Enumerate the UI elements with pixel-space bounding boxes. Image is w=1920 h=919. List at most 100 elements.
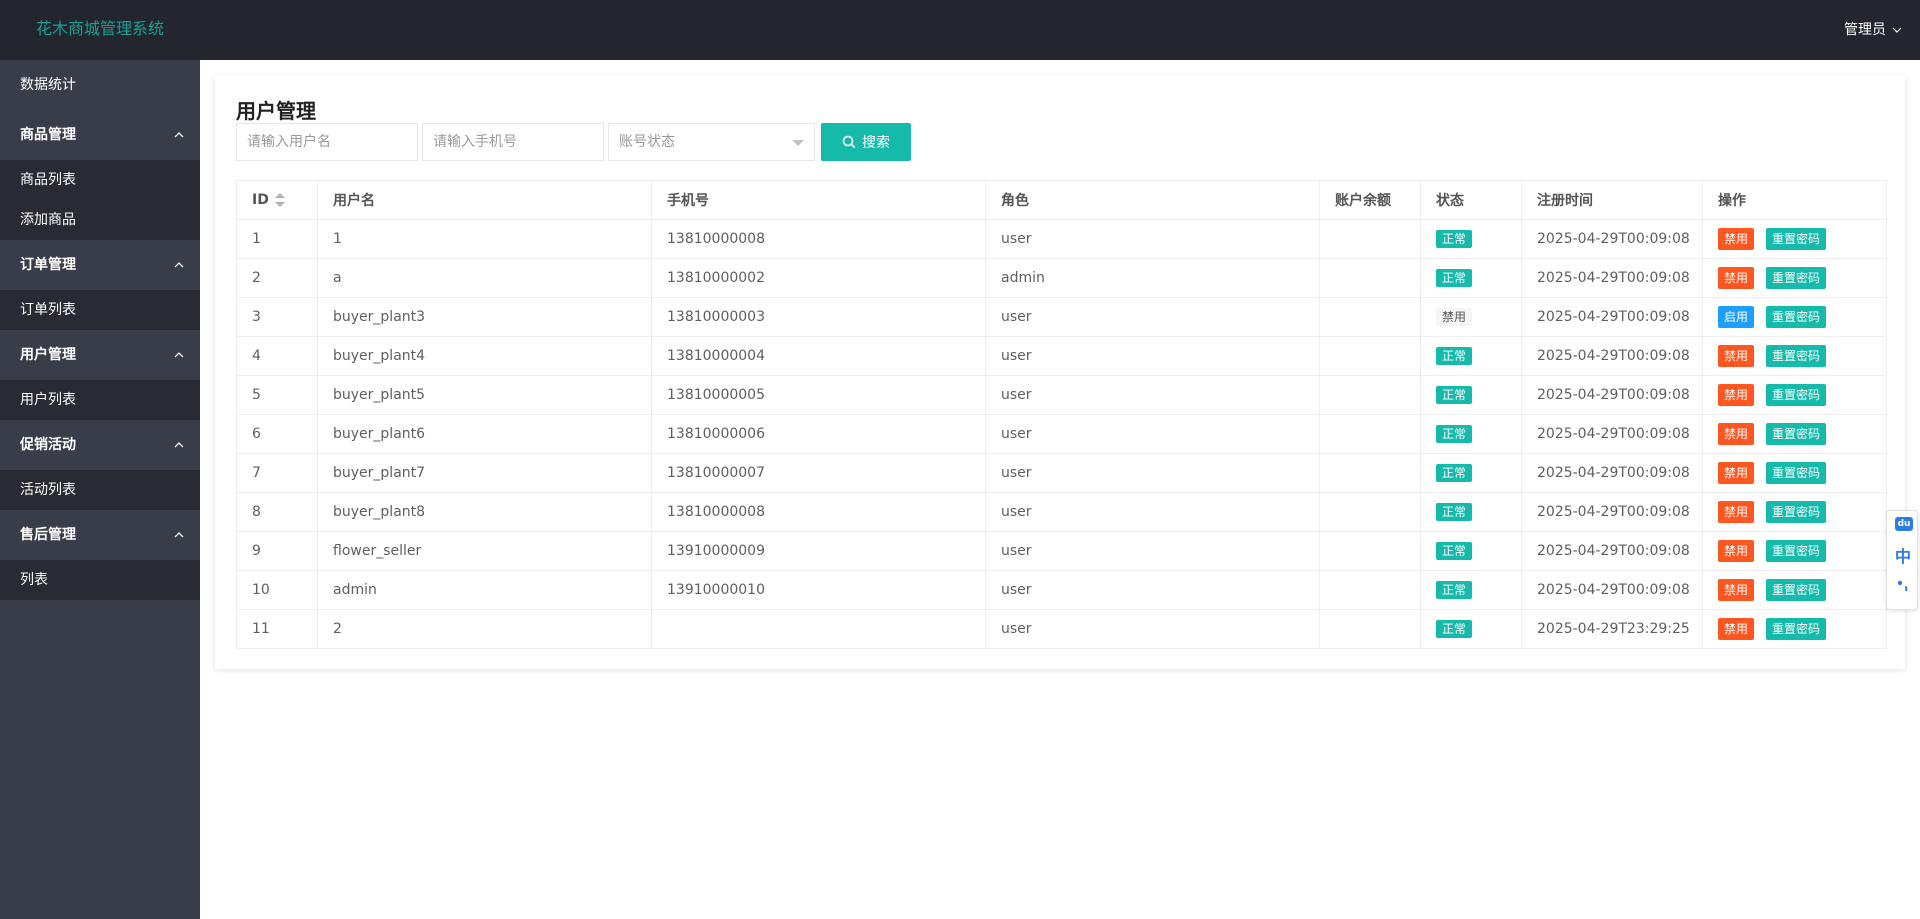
table-row: 2 a 13810000002 admin 正常 2025-04-29T00:09:08 禁…	[236, 258, 1887, 298]
toggle-status-button[interactable]: 禁用	[1718, 540, 1755, 562]
reset-password-button[interactable]: 重置密码	[1766, 345, 1827, 367]
sidebar-item[interactable]: 订单列表	[0, 290, 200, 330]
sidebar-group-1[interactable]: 订单管理	[0, 240, 200, 290]
toggle-status-button[interactable]: 禁用	[1718, 462, 1755, 484]
sidebar-item[interactable]: 用户列表	[0, 380, 200, 420]
cell-username: flower_seller	[317, 531, 652, 571]
cell-username: buyer_plant5	[317, 375, 652, 415]
table-row: 7 buyer_plant7 13810000007 user 正常 2025-04-29…	[236, 453, 1887, 493]
du-icon[interactable]: du	[1895, 517, 1913, 531]
sidebar-group-label: 促销活动	[20, 437, 76, 453]
toggle-status-button[interactable]: 禁用	[1718, 267, 1755, 289]
cell-id: 9	[236, 531, 318, 571]
reset-password-button[interactable]: 重置密码	[1766, 306, 1827, 328]
toggle-status-button[interactable]: 禁用	[1718, 501, 1755, 523]
status-badge: 正常	[1436, 230, 1473, 248]
status-badge: 正常	[1436, 620, 1473, 638]
status-badge: 禁用	[1436, 308, 1473, 326]
sidebar-group-4[interactable]: 售后管理	[0, 510, 200, 560]
search-button[interactable]: 搜索	[821, 123, 911, 161]
col-header-balance: 账户余额	[1319, 180, 1421, 220]
cell-id: 2	[236, 258, 318, 298]
table-header-row: ID 用户名 手机号 角色 账户余额 状态 注册时间 操作	[236, 180, 1887, 220]
top-header: 花木商城管理系统 管理员	[0, 0, 1920, 60]
cell-reg-time: 2025-04-29T00:09:08	[1521, 531, 1703, 571]
toggle-status-button[interactable]: 禁用	[1718, 579, 1755, 601]
sidebar-group-2[interactable]: 用户管理	[0, 330, 200, 380]
cell-actions: 禁用 重置密码	[1702, 336, 1887, 376]
reset-password-button[interactable]: 重置密码	[1766, 228, 1827, 250]
cell-role: user	[985, 414, 1320, 454]
user-management-card: 用户管理 账号状态 搜索 ID	[215, 75, 1905, 669]
toggle-status-button[interactable]: 禁用	[1718, 423, 1755, 445]
status-badge: 正常	[1436, 542, 1473, 560]
sidebar: 数据统计 商品管理 商品列表 添加商品订单管理订单列表 用户管理 用户列表促销活动活动列…	[0, 60, 200, 919]
reset-password-button[interactable]: 重置密码	[1766, 462, 1827, 484]
cell-balance	[1319, 492, 1421, 532]
cell-username: buyer_plant7	[317, 453, 652, 493]
cell-id: 8	[236, 492, 318, 532]
cell-status: 正常	[1420, 453, 1522, 493]
cell-role: user	[985, 453, 1320, 493]
cell-id: 4	[236, 336, 318, 376]
cell-username: buyer_plant6	[317, 414, 652, 454]
username-input[interactable]	[236, 123, 418, 161]
reset-password-button[interactable]: 重置密码	[1766, 384, 1827, 406]
cell-phone: 13810000005	[651, 375, 986, 415]
cell-actions: 禁用 重置密码	[1702, 492, 1887, 532]
sidebar-submenu: 订单列表	[0, 290, 200, 330]
toggle-status-button[interactable]: 禁用	[1718, 228, 1755, 250]
table-row: 3 buyer_plant3 13810000003 user 禁用 2025-04-29…	[236, 297, 1887, 337]
status-badge: 正常	[1436, 464, 1473, 482]
sidebar-item[interactable]: 商品列表	[0, 160, 200, 200]
sidebar-group-0[interactable]: 商品管理	[0, 110, 200, 160]
reset-password-button[interactable]: 重置密码	[1766, 540, 1827, 562]
cell-role: admin	[985, 258, 1320, 298]
reset-password-button[interactable]: 重置密码	[1766, 618, 1827, 640]
cell-status: 正常	[1420, 258, 1522, 298]
status-badge: 正常	[1436, 347, 1473, 365]
sidebar-item-stats[interactable]: 数据统计	[0, 60, 200, 110]
cell-id: 6	[236, 414, 318, 454]
cell-actions: 禁用 重置密码	[1702, 414, 1887, 454]
phone-input[interactable]	[422, 123, 604, 161]
cell-id: 5	[236, 375, 318, 415]
cell-balance	[1319, 570, 1421, 610]
sidebar-item[interactable]: 列表	[0, 560, 200, 600]
user-menu[interactable]: 管理员	[1844, 20, 1902, 40]
cell-role: user	[985, 609, 1320, 649]
reset-password-button[interactable]: 重置密码	[1766, 579, 1827, 601]
cell-reg-time: 2025-04-29T00:09:08	[1521, 258, 1703, 298]
cell-role: user	[985, 219, 1320, 259]
chevron-up-icon	[174, 442, 184, 448]
cell-id: 10	[236, 570, 318, 610]
reset-password-button[interactable]: 重置密码	[1766, 267, 1827, 289]
cell-id: 1	[236, 219, 318, 259]
status-select[interactable]: 账号状态	[608, 123, 815, 161]
toggle-status-button[interactable]: 禁用	[1718, 618, 1755, 640]
sidebar-item[interactable]: 添加商品	[0, 200, 200, 240]
col-header-id[interactable]: ID	[236, 180, 318, 220]
reset-password-button[interactable]: 重置密码	[1766, 501, 1827, 523]
sidebar-group-label: 订单管理	[20, 257, 76, 273]
caret-down-icon	[792, 140, 804, 146]
cell-status: 正常	[1420, 609, 1522, 649]
table-row: 5 buyer_plant5 13810000005 user 正常 2025-04-29…	[236, 375, 1887, 415]
cell-actions: 启用 重置密码	[1702, 297, 1887, 337]
cell-id: 7	[236, 453, 318, 493]
sidebar-item[interactable]: 活动列表	[0, 470, 200, 510]
sidebar-group-3[interactable]: 促销活动	[0, 420, 200, 470]
cell-balance	[1319, 336, 1421, 376]
chinese-mode-toggle[interactable]: 中	[1887, 543, 1919, 567]
reset-password-button[interactable]: 重置密码	[1766, 423, 1827, 445]
toggle-status-button[interactable]: 禁用	[1718, 345, 1755, 367]
sort-icon[interactable]	[274, 193, 285, 207]
toggle-status-button[interactable]: 禁用	[1718, 384, 1755, 406]
toggle-status-button[interactable]: 启用	[1718, 306, 1755, 328]
col-header-status: 状态	[1420, 180, 1522, 220]
status-badge: 正常	[1436, 269, 1473, 287]
cell-balance	[1319, 531, 1421, 571]
punctuation-icon[interactable]	[1896, 579, 1910, 593]
col-header-role: 角色	[985, 180, 1320, 220]
cell-actions: 禁用 重置密码	[1702, 258, 1887, 298]
